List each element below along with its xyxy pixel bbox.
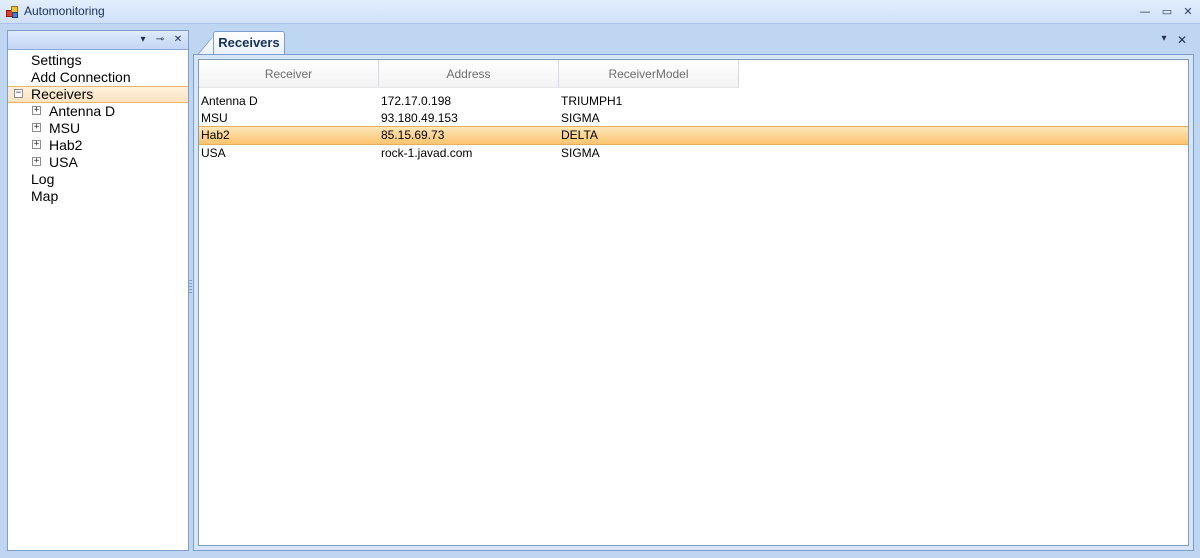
cell-model: TRIUMPH1 (561, 94, 623, 108)
tab-list-dropdown-icon[interactable]: ▾ (1157, 33, 1171, 44)
splitter-handle[interactable] (189, 280, 192, 294)
collapse-icon[interactable]: − (14, 89, 23, 98)
cell-address: 85.15.69.73 (381, 128, 445, 142)
expand-icon[interactable]: + (32, 157, 41, 166)
tree-item-label: Map (31, 188, 59, 204)
table-header: Receiver Address ReceiverModel (199, 60, 1188, 90)
cell-model: DELTA (561, 128, 598, 142)
cell-address: 172.17.0.198 (381, 94, 452, 108)
tree-item-hab2[interactable]: + Hab2 (8, 137, 188, 154)
cell-receiver: USA (201, 146, 226, 160)
navigation-pane-header: ▾ ⊸ ✕ (8, 31, 188, 50)
title-bar: Automonitoring — ▭ ✕ (0, 0, 1200, 24)
tree-item-usa[interactable]: + USA (8, 154, 188, 171)
table-row[interactable]: USA rock-1.javad.com SIGMA (199, 145, 1188, 162)
tree-item-receivers[interactable]: − Receivers (8, 86, 188, 103)
cell-receiver: MSU (201, 111, 228, 125)
table-row[interactable]: Antenna D 172.17.0.198 TRIUMPH1 (199, 93, 1188, 110)
tab-receivers[interactable]: Receivers (213, 31, 285, 55)
tree-item-label: MSU (49, 120, 81, 136)
tree-item-label: Hab2 (49, 137, 83, 153)
cell-receiver: Antenna D (201, 94, 258, 108)
cell-address: 93.180.49.153 (381, 111, 458, 125)
table-row-selected[interactable]: Hab2 85.15.69.73 DELTA (199, 126, 1188, 145)
expand-icon[interactable]: + (32, 123, 41, 132)
table-row[interactable]: MSU 93.180.49.153 SIGMA (199, 110, 1188, 127)
expand-icon[interactable]: + (32, 140, 41, 149)
minimize-button[interactable]: — (1136, 3, 1154, 20)
tree-item-msu[interactable]: + MSU (8, 120, 188, 137)
tree-item-add-connection[interactable]: Add Connection (8, 69, 188, 86)
tree-item-label: Antenna D (49, 103, 116, 119)
close-window-button[interactable]: ✕ (1179, 3, 1197, 20)
tree-item-log[interactable]: Log (8, 171, 188, 188)
document-frame: Receiver Address ReceiverModel Antenna D… (193, 54, 1194, 551)
tree-item-label: USA (49, 154, 78, 170)
close-tab-icon[interactable]: ✕ (1175, 33, 1189, 47)
cell-receiver: Hab2 (201, 128, 230, 142)
column-header-receiver-model[interactable]: ReceiverModel (559, 60, 739, 88)
receivers-table: Receiver Address ReceiverModel Antenna D… (198, 59, 1189, 546)
document-pane: Receivers ▾ ✕ Receiver Address ReceiverM… (193, 30, 1194, 551)
tree-item-antenna-d[interactable]: + Antenna D (8, 103, 188, 120)
column-header-address[interactable]: Address (379, 60, 559, 88)
app-icon (6, 6, 19, 19)
cell-model: SIGMA (561, 146, 600, 160)
pane-close-icon[interactable]: ✕ (171, 32, 185, 48)
pane-dropdown-icon[interactable]: ▾ (136, 32, 150, 48)
window-title: Automonitoring (24, 4, 105, 18)
tree-item-label: Add Connection (31, 69, 131, 85)
tree-item-map[interactable]: Map (8, 188, 188, 205)
cell-model: SIGMA (561, 111, 600, 125)
tree-item-settings[interactable]: Settings (8, 52, 188, 69)
tree-item-label: Log (31, 171, 55, 187)
maximize-button[interactable]: ▭ (1158, 3, 1176, 20)
expand-icon[interactable]: + (32, 106, 41, 115)
navigation-pane: ▾ ⊸ ✕ Settings Add Connection − Receiver… (7, 30, 189, 551)
tree-item-label: Receivers (31, 86, 94, 102)
cell-address: rock-1.javad.com (381, 146, 473, 160)
tree-item-label: Settings (31, 52, 82, 68)
column-header-receiver[interactable]: Receiver (199, 60, 379, 88)
pin-icon[interactable]: ⊸ (153, 32, 167, 48)
navigation-tree: Settings Add Connection − Receivers + An… (8, 52, 188, 205)
